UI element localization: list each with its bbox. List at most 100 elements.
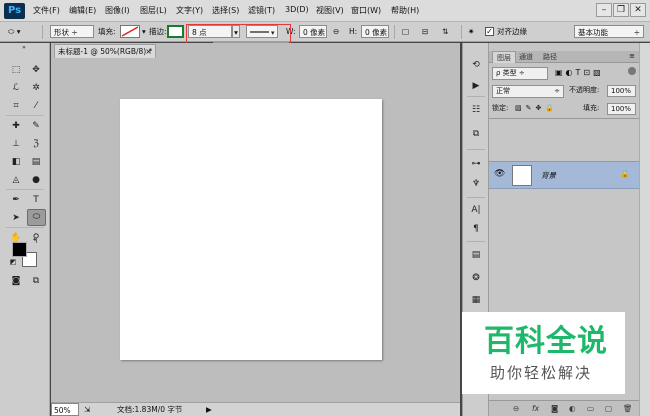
close-icon[interactable]: × xyxy=(145,45,152,58)
move-tool-icon[interactable]: ✥ xyxy=(28,63,44,77)
blur-tool-icon[interactable]: ◬ xyxy=(8,173,24,187)
fill-dropdown-icon[interactable]: ▾ xyxy=(142,25,146,38)
menu-view[interactable]: 视图(V) xyxy=(316,5,344,16)
paragraph-panel-icon[interactable]: ¶ xyxy=(468,222,484,236)
lasso-tool-icon[interactable]: ℒ xyxy=(8,81,24,95)
add-mask-icon[interactable]: ◙ xyxy=(551,401,558,416)
foreground-color-swatch[interactable] xyxy=(12,242,27,257)
stroke-swatch[interactable] xyxy=(167,25,184,38)
screen-mode-icon[interactable]: ⧉ xyxy=(28,274,44,288)
brush-presets-panel-icon[interactable]: ⊶ xyxy=(468,157,484,171)
default-colors-icon[interactable]: ◩ xyxy=(8,257,18,267)
document-tab[interactable]: 未标题-1 @ 50%(RGB/8) * × xyxy=(54,44,156,58)
eraser-tool-icon[interactable]: ◧ xyxy=(8,155,24,169)
layer-row[interactable]: 👁 背景 🔒 xyxy=(489,161,639,189)
notes-panel-icon[interactable]: ▤ xyxy=(468,248,484,262)
menu-filter[interactable]: 滤镜(T) xyxy=(248,5,275,16)
align-edges-checkbox[interactable]: ✓ xyxy=(485,27,494,36)
menu-select[interactable]: 选择(S) xyxy=(212,5,239,16)
separator xyxy=(467,197,485,198)
new-layer-icon[interactable]: ▢ xyxy=(605,401,612,416)
zoom-field[interactable]: 50% xyxy=(51,403,79,416)
separator xyxy=(489,118,639,119)
workspace-select[interactable]: 基本功能 ÷ xyxy=(574,25,644,38)
panel-scrollbar[interactable] xyxy=(639,43,650,416)
layer-style-icon[interactable]: fx xyxy=(532,401,539,416)
history-panel-icon[interactable]: ⟲ xyxy=(468,58,484,72)
shape-mode-select[interactable]: 形状 ÷ xyxy=(50,25,94,38)
restore-button[interactable]: ❐ xyxy=(613,3,629,17)
blend-mode-select[interactable]: 正常 ÷ xyxy=(492,85,564,98)
healing-brush-tool-icon[interactable]: ✚ xyxy=(8,119,24,133)
link-icon[interactable]: ⊖ xyxy=(333,25,339,38)
dodge-tool-icon[interactable]: ● xyxy=(28,173,44,187)
path-selection-tool-icon[interactable]: ➤ xyxy=(8,211,24,225)
visibility-eye-icon[interactable]: 👁 xyxy=(494,169,505,179)
document-canvas[interactable] xyxy=(120,99,382,360)
gear-icon[interactable]: ✷ xyxy=(468,25,474,38)
new-group-icon[interactable]: ▭ xyxy=(587,401,594,416)
height-input[interactable]: 0 像素 xyxy=(361,25,389,38)
swap-colors-icon[interactable]: ↰ xyxy=(30,236,40,246)
fill-value: 100% xyxy=(611,105,632,113)
history-brush-tool-icon[interactable]: ℨ xyxy=(28,137,44,151)
character-panel-icon[interactable]: A| xyxy=(468,203,484,217)
quick-mask-icon[interactable]: ◙ xyxy=(8,274,24,288)
path-operations-icon[interactable]: □ xyxy=(402,25,409,38)
tab-paths[interactable]: 路径 xyxy=(539,51,561,63)
gradient-tool-icon[interactable]: ▤ xyxy=(28,155,44,169)
layer-filter-icons[interactable]: ▣◐T⊡▧ xyxy=(555,67,604,79)
watermark-title: 百科全说 xyxy=(484,324,608,359)
delete-layer-icon[interactable]: 🗑 xyxy=(623,401,633,416)
ellipse-tool-icon[interactable]: ⬭ xyxy=(27,209,46,226)
clone-stamp-tool-icon[interactable]: ⊥ xyxy=(8,137,24,151)
opacity-input[interactable]: 100% xyxy=(607,85,636,97)
link-layers-icon[interactable]: ⊖ xyxy=(513,401,519,416)
export-icon[interactable]: ⇲ xyxy=(84,403,90,416)
menu-help[interactable]: 帮助(H) xyxy=(391,5,419,16)
fill-swatch[interactable] xyxy=(120,25,140,38)
opacity-value: 100% xyxy=(611,87,632,95)
tab-layers[interactable]: 图层 xyxy=(492,51,516,63)
path-arrangement-icon[interactable]: ⇅ xyxy=(442,25,448,38)
separator xyxy=(467,96,485,97)
pen-tool-icon[interactable]: ✒ xyxy=(8,193,24,207)
brush-panel-icon[interactable]: ♆ xyxy=(468,177,484,191)
layer-name: 背景 xyxy=(541,171,556,180)
brush-tool-icon[interactable]: ✎ xyxy=(28,119,44,133)
eyedropper-tool-icon[interactable]: ⁄ xyxy=(28,99,44,113)
layer-filter-select[interactable]: ρ 类型 ÷ xyxy=(492,67,548,80)
document-tab-title: 未标题-1 @ 50%(RGB/8) * xyxy=(58,47,153,56)
properties-panel-icon[interactable]: ☷ xyxy=(468,103,484,117)
status-menu-arrow-icon[interactable]: ▶ xyxy=(206,403,212,416)
ellipse-tool-preset-icon[interactable]: ⬭ ▾ xyxy=(8,25,21,38)
actions-panel-icon[interactable]: ▶ xyxy=(468,79,484,93)
filter-toggle-icon[interactable] xyxy=(628,67,636,75)
type-tool-icon[interactable]: T xyxy=(28,193,44,207)
menu-type[interactable]: 文字(Y) xyxy=(176,5,203,16)
menu-image[interactable]: 图像(I) xyxy=(105,5,130,16)
close-window-button[interactable]: ✕ xyxy=(630,3,646,17)
menu-edit[interactable]: 编辑(E) xyxy=(69,5,96,16)
adjustment-layer-icon[interactable]: ◐ xyxy=(569,401,576,416)
menu-window[interactable]: 窗口(W) xyxy=(351,5,381,16)
tab-channels[interactable]: 通道 xyxy=(515,51,537,63)
document-size-status: 文档:1.83M/0 字节 xyxy=(117,405,183,414)
toolbox-collapse-icon[interactable]: » xyxy=(4,45,44,51)
clone-source-panel-icon[interactable]: ⧉ xyxy=(468,127,484,141)
fill-input[interactable]: 100% xyxy=(607,103,636,115)
grid-panel-icon[interactable]: ▦ xyxy=(468,293,484,307)
lock-icons[interactable]: ▨✎✥🔒 xyxy=(515,103,558,115)
menu-file[interactable]: 文件(F) xyxy=(33,5,60,16)
3d-panel-icon[interactable]: ❂ xyxy=(468,271,484,285)
menu-3d[interactable]: 3D(D) xyxy=(285,5,309,14)
minimize-button[interactable]: – xyxy=(596,3,612,17)
width-input[interactable]: 0 像素 xyxy=(299,25,327,38)
crop-tool-icon[interactable]: ⌗ xyxy=(8,99,24,113)
panel-menu-icon[interactable]: ≡ xyxy=(629,52,635,60)
path-alignment-icon[interactable]: ⊟ xyxy=(422,25,428,38)
menu-layer[interactable]: 图层(L) xyxy=(140,5,167,16)
magic-wand-tool-icon[interactable]: ✲ xyxy=(28,81,44,95)
marquee-tool-icon[interactable]: ⬚ xyxy=(8,63,24,77)
layer-thumbnail xyxy=(512,165,532,186)
